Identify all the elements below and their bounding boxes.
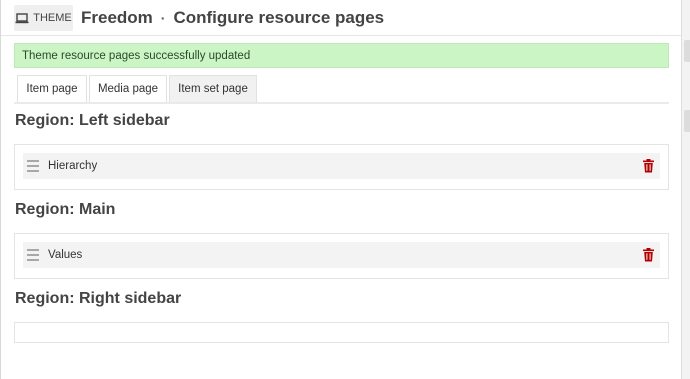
region-left-sidebar[interactable]: Hierarchy bbox=[14, 144, 669, 190]
block-label: Values bbox=[48, 249, 83, 261]
scrollbar-mark bbox=[684, 110, 690, 132]
drag-handle-icon[interactable] bbox=[27, 160, 39, 172]
resource-page-tabs: Item page Media page Item set page bbox=[14, 75, 669, 104]
page-subtitle: Configure resource pages bbox=[173, 8, 385, 27]
page: THEME Freedom · Configure resource pages… bbox=[0, 0, 690, 379]
trash-icon[interactable] bbox=[642, 159, 655, 173]
region-title-main: Region: Main bbox=[15, 201, 116, 218]
block-values[interactable]: Values bbox=[23, 242, 660, 268]
laptop-icon bbox=[15, 12, 29, 23]
theme-badge-label: THEME bbox=[33, 12, 72, 24]
tab-label: Media page bbox=[97, 83, 159, 95]
block-label: Hierarchy bbox=[48, 160, 98, 172]
tab-label: Item set page bbox=[178, 83, 248, 95]
success-message-text: Theme resource pages successfully update… bbox=[22, 49, 251, 62]
drag-handle-icon[interactable] bbox=[27, 249, 39, 261]
tab-item-page[interactable]: Item page bbox=[17, 75, 87, 102]
theme-badge[interactable]: THEME bbox=[14, 5, 73, 31]
tab-item-set-page[interactable]: Item set page bbox=[169, 75, 257, 102]
scrollbar-mark bbox=[684, 40, 690, 62]
block-hierarchy[interactable]: Hierarchy bbox=[23, 153, 660, 179]
page-header: THEME Freedom · Configure resource pages bbox=[1, 0, 681, 36]
success-message: Theme resource pages successfully update… bbox=[14, 43, 669, 68]
tab-label: Item page bbox=[26, 83, 78, 95]
tab-media-page[interactable]: Media page bbox=[89, 75, 167, 102]
scrollbar[interactable] bbox=[681, 0, 690, 379]
region-title-right-sidebar: Region: Right sidebar bbox=[15, 290, 182, 307]
trash-icon[interactable] bbox=[642, 248, 655, 262]
region-right-sidebar[interactable] bbox=[14, 322, 669, 343]
page-title: Freedom · Configure resource pages bbox=[81, 7, 384, 29]
theme-name: Freedom bbox=[81, 8, 153, 27]
region-main[interactable]: Values bbox=[14, 233, 669, 279]
region-title-left-sidebar: Region: Left sidebar bbox=[15, 112, 170, 129]
title-separator: · bbox=[160, 10, 166, 26]
